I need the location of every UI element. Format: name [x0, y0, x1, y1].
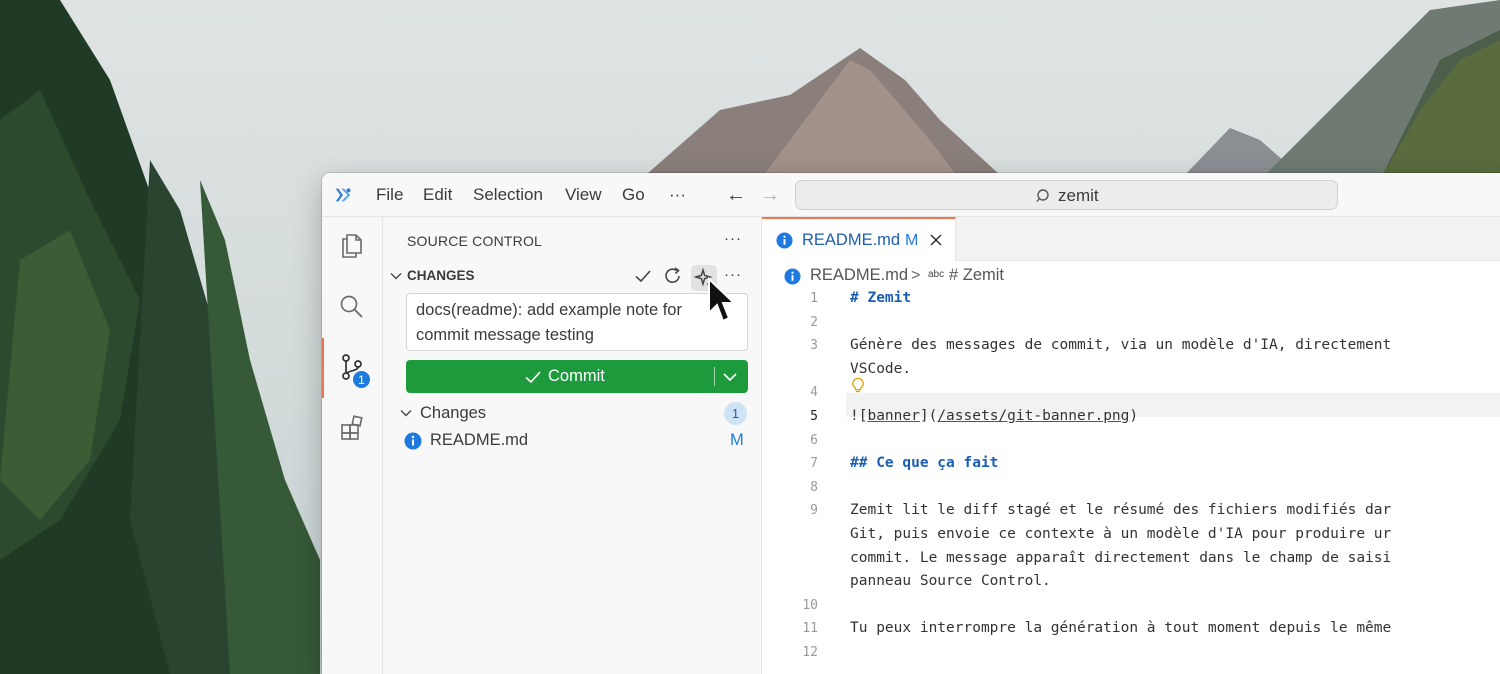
editor-area: README.md M README.md > abc # Zemit 1 # … — [762, 217, 1500, 674]
vscode-window: File Edit Selection View Go ··· ← → zemi… — [322, 173, 1500, 674]
line-number: 2 — [810, 314, 818, 330]
info-icon — [784, 268, 801, 285]
menu-edit[interactable]: Edit — [423, 185, 452, 205]
app-logo-icon — [335, 188, 351, 202]
close-icon[interactable] — [928, 232, 944, 248]
forward-arrow-icon[interactable]: → — [760, 184, 780, 206]
line-number: 1 — [810, 291, 818, 306]
line-number: 4 — [810, 385, 818, 401]
code-line: ![banner](/assets/git-banner.png) — [850, 408, 1139, 424]
code-line: Git, puis envoie ce contexte à un modèle… — [850, 526, 1392, 542]
code-editor[interactable]: 1 # Zemit 2 3 Génère des messages de commit,… — [762, 285, 1500, 674]
extensions-icon[interactable] — [338, 414, 366, 442]
chevron-down-icon[interactable] — [722, 369, 738, 385]
check-icon[interactable] — [633, 266, 653, 286]
line-number: 7 — [810, 456, 818, 472]
line-number: 12 — [802, 645, 818, 660]
line-number: 10 — [802, 597, 818, 613]
code-line: Tu peux interrompre la génération à tout… — [850, 620, 1392, 637]
breadcrumb-separator: > — [911, 267, 921, 284]
code-line: Génère des messages de commit, via un mo… — [850, 337, 1392, 354]
breadcrumb-file[interactable]: README.md — [810, 266, 908, 285]
command-center-text: zemit — [1058, 186, 1099, 205]
changes-count-badge: 1 — [724, 402, 747, 425]
activity-bar: 1 — [322, 217, 383, 674]
menu-file[interactable]: File — [376, 185, 403, 205]
file-status-badge: M — [730, 431, 744, 449]
changes-group-label[interactable]: Changes — [420, 404, 486, 423]
code-line: Zemit lit le diff stagé et le résumé des… — [850, 502, 1392, 519]
menu-view[interactable]: View — [565, 185, 602, 205]
panel-more-button[interactable]: ··· — [724, 231, 742, 247]
code-line: VSCode. — [850, 360, 912, 377]
scm-count-badge: 1 — [352, 370, 371, 389]
back-arrow-icon[interactable]: ← — [726, 184, 746, 206]
tab-bar: README.md M — [762, 217, 1500, 262]
title-bar: File Edit Selection View Go ··· ← → zemi… — [322, 173, 1500, 217]
changed-file-name[interactable]: README.md — [430, 431, 528, 450]
commit-message-input[interactable]: docs(readme): add example note for commi… — [406, 293, 748, 351]
info-icon — [404, 432, 422, 450]
chevron-down-icon[interactable] — [389, 269, 403, 283]
changes-section-title[interactable]: CHANGES — [407, 268, 475, 284]
code-line: panneau Source Control. — [850, 573, 1051, 590]
menu-more[interactable]: ··· — [669, 185, 686, 205]
button-divider — [714, 367, 715, 386]
search-icon — [1036, 189, 1049, 203]
line-number: 9 — [810, 503, 818, 519]
mouse-cursor-icon — [708, 277, 737, 323]
search-icon[interactable] — [338, 293, 366, 321]
symbol-string-icon: abc — [928, 269, 945, 280]
line-number: 11 — [802, 621, 818, 637]
code-line: commit. Le message apparaît directement … — [850, 549, 1392, 566]
line-number: 8 — [810, 479, 818, 495]
explorer-icon[interactable] — [338, 231, 366, 259]
info-icon — [776, 232, 793, 249]
line-number: 3 — [810, 338, 818, 354]
breadcrumb-symbol[interactable]: # Zemit — [949, 266, 1004, 285]
tab-label: README.md — [802, 231, 901, 249]
tab-modified-badge: M — [905, 232, 919, 249]
check-icon — [525, 371, 541, 384]
code-line: # Zemit — [850, 290, 912, 306]
menu-selection[interactable]: Selection — [473, 185, 543, 205]
code-line: ## Ce que ça fait — [850, 455, 999, 472]
line-number: 6 — [810, 432, 818, 448]
command-center-search[interactable]: zemit — [795, 180, 1338, 210]
refresh-icon[interactable] — [663, 266, 683, 286]
line-number: 5 — [810, 409, 818, 424]
active-view-indicator — [322, 338, 324, 398]
source-control-panel: SOURCE CONTROL ··· CHANGES ··· docs(read… — [383, 217, 762, 674]
commit-button-label: Commit — [548, 367, 605, 385]
chevron-down-icon[interactable] — [399, 406, 413, 420]
commit-button[interactable]: Commit — [406, 360, 748, 393]
menu-go[interactable]: Go — [622, 185, 645, 205]
tab-readme[interactable]: README.md M — [762, 217, 956, 262]
panel-title: SOURCE CONTROL — [407, 233, 543, 249]
